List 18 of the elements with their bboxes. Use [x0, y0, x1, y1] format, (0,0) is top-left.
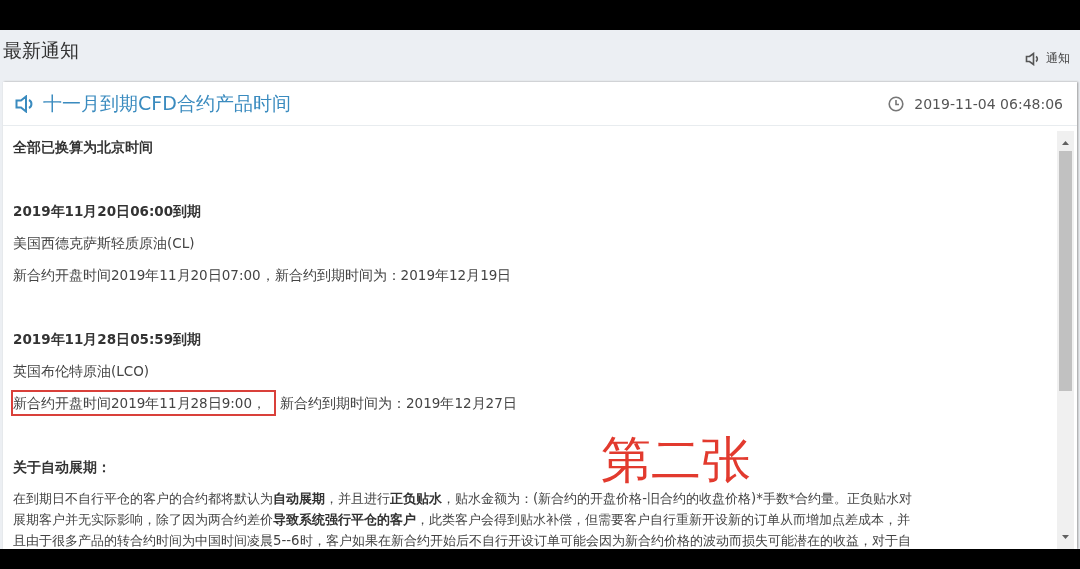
page-title: 最新通知 — [3, 38, 79, 63]
scrollbar[interactable] — [1057, 131, 1074, 549]
notification-link[interactable]: 通知 — [1025, 50, 1070, 67]
section-heading: 全部已换算为北京时间 — [13, 138, 153, 157]
clock-icon — [888, 95, 905, 112]
text-line: 新合约到期时间为：2019年12月27日 — [280, 394, 517, 413]
paragraph: 在到期日不自行平仓的客户的合约都将默认为自动展期，并且进行正负贴水，贴水金额为：(新合约的开盘价格-旧合约的收盘价格)*手数*合约量。正负贴水对 展期客户并无实际影响，除了因为两合约差价导致系统强行平仓的客户，此类客户会得到贴水补偿，但需要客户自行重新开设新的订单从而增加点差成本，并 且由于很多产品的转合约时间为中国时间凌晨5--6时，客户如果在新合约开始后不自行开设订单可能会因为新合约价格的波动而损失可能潜在的收益，对于自 — [13, 490, 914, 549]
section-heading: 2019年11月28日05:59到期 — [13, 330, 202, 349]
notice-title: 十一月到期CFD合约产品时间 — [43, 90, 291, 116]
text-line: 新合约开盘时间2019年11月20日07:00，新合约到期时间为：2019年12月19日 — [13, 266, 512, 285]
section-heading: 2019年11月20日06:00到期 — [13, 202, 202, 221]
section-heading: 关于自动展期： — [13, 458, 111, 477]
highlighted-text: 新合约开盘时间2019年11月28日9:00， — [13, 392, 275, 414]
text-line: 美国西德克萨斯轻质原油(CL) — [13, 234, 195, 253]
speaker-icon — [1025, 51, 1041, 66]
notice-time: 2019-11-04 06:48:06 — [914, 95, 1063, 112]
annotation-text: 第二张 — [601, 432, 751, 488]
text-line: 英国布伦特原油(LCO) — [13, 362, 150, 381]
